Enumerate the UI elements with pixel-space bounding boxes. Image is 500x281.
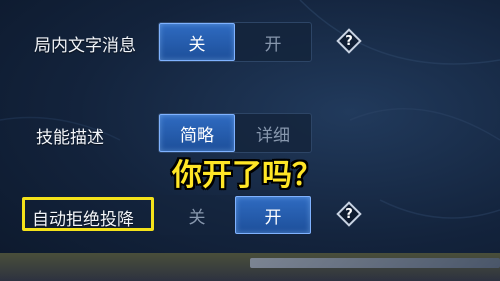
auto-reject-surrender-help-icon[interactable]: ? (336, 201, 362, 227)
chat-messages-help-icon[interactable]: ? (336, 28, 362, 54)
auto-reject-surrender-on-option[interactable]: 开 (235, 196, 311, 234)
skill-description-brief-option[interactable]: 简略 (159, 114, 235, 152)
chat-messages-off-option[interactable]: 关 (159, 23, 235, 61)
chat-messages-toggle: 关 开 (158, 22, 312, 62)
auto-reject-surrender-toggle: 关 开 (158, 195, 312, 235)
auto-reject-surrender-off-option[interactable]: 关 (159, 196, 235, 234)
bottom-scroll-bar (250, 258, 500, 268)
setting-label-skill-description: 技能描述 (36, 128, 104, 148)
skill-description-toggle: 简略 详细 (158, 113, 312, 153)
setting-label-chat-messages: 局内文字消息 (34, 36, 136, 56)
skill-description-detailed-option[interactable]: 详细 (235, 114, 311, 152)
chat-messages-on-option[interactable]: 开 (235, 23, 311, 61)
setting-label-auto-reject-surrender: 自动拒绝投降 (32, 210, 134, 230)
overlay-caption: 你开了吗？ (172, 158, 322, 193)
